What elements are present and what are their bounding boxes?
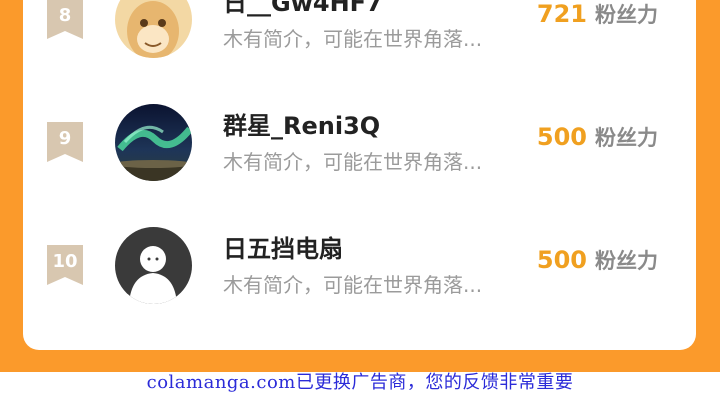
user-bio: 木有简介，可能在世界角落... [223,150,483,174]
rank-badge: 9 [47,122,83,162]
cartoon-character-avatar[interactable] [115,0,192,58]
user-name[interactable]: 日五挡电扇 [223,229,343,264]
user-name[interactable]: 群星_Reni3Q [223,106,380,141]
fan-power: 721 粉丝力 [537,0,658,29]
fan-power: 500 粉丝力 [537,122,658,152]
default-user-avatar[interactable] [115,227,192,304]
fan-power-value: 721 [536,0,587,28]
fan-power-label: 粉丝力 [595,3,658,27]
fan-power-value: 500 [536,246,587,274]
fan-power-label: 粉丝力 [595,126,658,150]
user-bio: 木有简介，可能在世界角落... [223,273,483,297]
ranking-card: 8 日__Gw4HF7 木有简介，可能在世界角落... 721 粉丝力 9 群星… [23,0,696,350]
aurora-photo-avatar[interactable] [115,104,192,181]
user-name[interactable]: 日__Gw4HF7 [223,0,383,18]
ranking-row[interactable]: 9 群星_Reni3Q 木有简介，可能在世界角落... 500 粉丝力 [23,94,696,194]
ranking-row[interactable]: 8 日__Gw4HF7 木有简介，可能在世界角落... 721 粉丝力 [23,0,696,71]
fan-power: 500 粉丝力 [537,245,658,275]
fan-power-label: 粉丝力 [595,249,658,273]
fan-power-value: 500 [536,123,587,151]
ad-notice-link[interactable]: colamanga.com已更换广告商，您的反馈非常重要 [0,368,720,394]
rank-badge: 8 [47,0,83,39]
ranking-row[interactable]: 10 日五挡电扇 木有简介，可能在世界角落... 500 粉丝力 [23,217,696,317]
user-bio: 木有简介，可能在世界角落... [223,27,483,51]
rank-badge: 10 [47,245,83,285]
